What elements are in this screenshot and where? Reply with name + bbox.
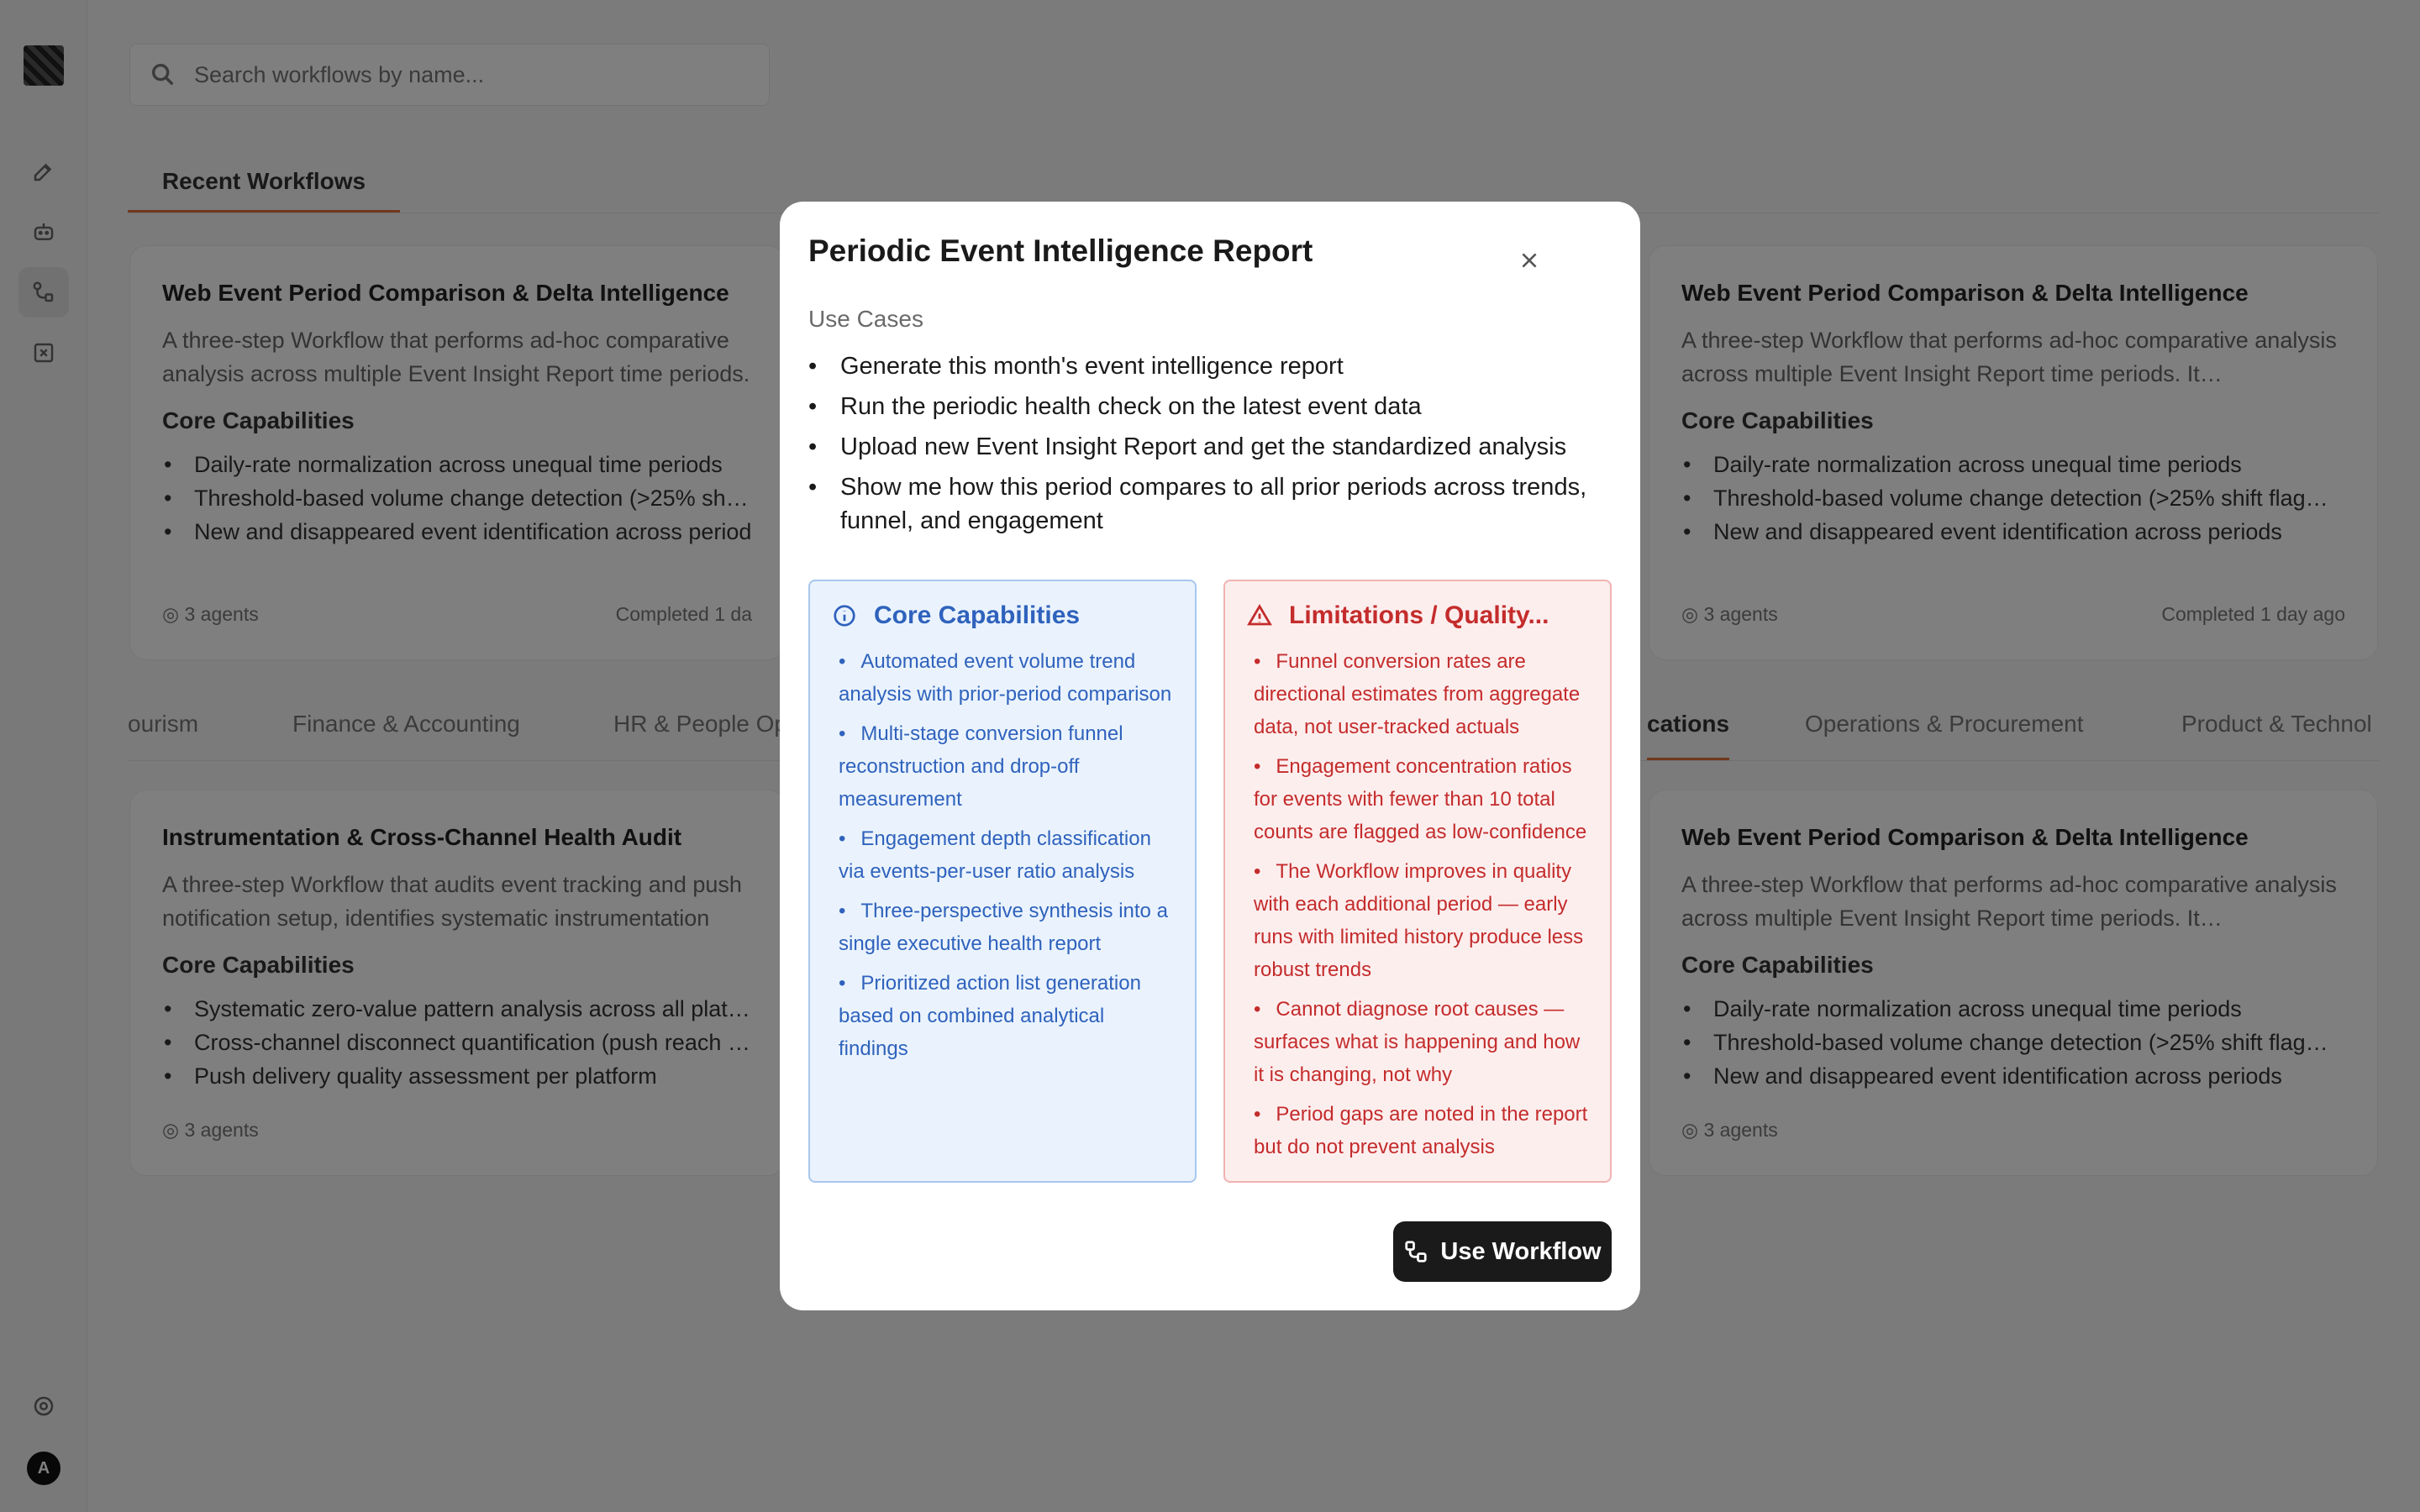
use-case-item: Run the periodic health check on the lat…	[808, 390, 1598, 423]
capability-item: Engagement depth classification via even…	[832, 822, 1173, 888]
info-icon	[834, 605, 855, 627]
capability-item: Three-perspective synthesis into a singl…	[832, 895, 1173, 960]
use-cases-label: Use Cases	[808, 306, 923, 332]
use-case-item: Upload new Event Insight Report and get …	[808, 430, 1598, 464]
modal-title: Periodic Event Intelligence Report	[808, 234, 1313, 268]
limitation-item: Cannot diagnose root causes — surfaces w…	[1247, 993, 1588, 1091]
limitation-item: Funnel conversion rates are directional …	[1247, 645, 1588, 743]
core-capabilities-panel: Core Capabilities Automated event volume…	[808, 580, 1197, 1183]
limitations-heading: Limitations / Quality...	[1289, 601, 1549, 629]
close-icon	[1522, 253, 1537, 268]
close-button[interactable]	[1504, 235, 1555, 286]
capability-item: Multi-stage conversion funnel reconstruc…	[832, 717, 1173, 816]
use-workflow-button[interactable]: Use Workflow	[1393, 1221, 1612, 1282]
limitation-item: Period gaps are noted in the report but …	[1247, 1098, 1588, 1163]
use-case-item: Show me how this period compares to all …	[808, 470, 1598, 538]
capability-item: Automated event volume trend analysis wi…	[832, 645, 1173, 711]
workflow-detail-modal: Periodic Event Intelligence Report Use C…	[780, 202, 1640, 1310]
capability-item: Prioritized action list generation based…	[832, 967, 1173, 1065]
core-capabilities-heading: Core Capabilities	[874, 601, 1081, 629]
limitation-item: Engagement concentration ratios for even…	[1247, 750, 1588, 848]
limitation-item: The Workflow improves in quality with ea…	[1247, 855, 1588, 986]
limitations-panel: Limitations / Quality... Funnel conversi…	[1223, 580, 1612, 1183]
use-cases-list: Generate this month's event intelligence…	[808, 349, 1598, 544]
use-case-item: Generate this month's event intelligence…	[808, 349, 1598, 383]
warning-icon	[1247, 604, 1272, 626]
workflow-icon	[1405, 1241, 1428, 1263]
use-workflow-label: Use Workflow	[1440, 1237, 1602, 1265]
